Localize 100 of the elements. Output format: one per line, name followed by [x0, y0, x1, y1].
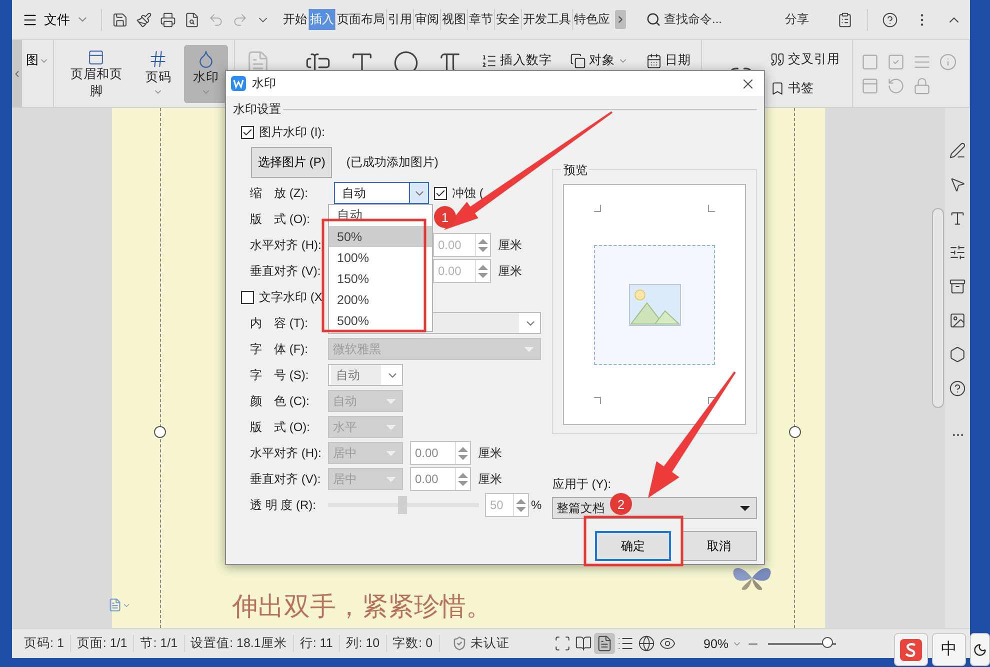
globe-icon	[638, 635, 655, 652]
combo-field[interactable]: 自动	[328, 364, 403, 386]
image-icon[interactable]	[949, 312, 966, 329]
resize-handle[interactable]	[154, 426, 166, 438]
field-label: 垂直对齐 (V):	[250, 262, 322, 280]
field-label: 垂直对齐 (V):	[250, 470, 322, 488]
ribbon-button[interactable]: 水印	[184, 44, 228, 102]
field-label: 字 号 (S):	[250, 366, 310, 384]
field-label: 字 体 (F):	[250, 340, 309, 358]
checkbox[interactable]	[241, 290, 254, 304]
picture-watermark-checkbox-label[interactable]: 图片水印 (I):	[241, 124, 325, 140]
apply-to-label: 应用于 (Y):	[552, 476, 612, 493]
field-label: 缩 放 (Z):	[250, 184, 309, 202]
dropdown-option[interactable]: 50%	[329, 226, 432, 247]
spin-field[interactable]: 0.00	[410, 441, 471, 465]
ribbon-button[interactable]: 交叉引用	[768, 48, 842, 70]
help-icon[interactable]	[949, 380, 966, 397]
menu-tab[interactable]: 开发工具	[522, 9, 573, 30]
dropdown-arrow-icon	[386, 476, 396, 482]
eye-icon	[658, 635, 676, 652]
status-text: 设置值: 18.1厘米	[184, 635, 294, 652]
format-painter-icon[interactable]	[136, 12, 152, 28]
ribbon-button[interactable]: 页码	[136, 44, 180, 102]
print-icon[interactable]	[160, 12, 176, 28]
dropdown-arrow-icon	[386, 398, 396, 404]
dropdown-arrow-icon	[386, 450, 396, 456]
ribbon-button[interactable]: 书签	[768, 78, 842, 98]
spin-field[interactable]: 0.00	[410, 467, 471, 491]
field-label: 内 容 (T):	[250, 314, 309, 332]
share-button[interactable]: 分享	[779, 10, 815, 29]
status-text: 页面: 1/1	[70, 635, 134, 652]
fullscreen-icon	[554, 635, 571, 652]
quote-icon	[770, 52, 785, 66]
ribbon-button[interactable]: 日期	[644, 50, 693, 71]
unit-label: 厘米	[478, 444, 502, 462]
spin-arrows-icon	[455, 468, 470, 490]
save-icon[interactable]	[112, 12, 128, 28]
pen-icon[interactable]	[949, 142, 966, 159]
checkbox[interactable]	[434, 186, 447, 200]
s-logo-icon	[900, 638, 922, 660]
hexagon-icon[interactable]	[949, 346, 966, 363]
ok-button[interactable]: 确定	[595, 531, 671, 561]
status-text: 列: 10	[340, 635, 387, 652]
resize-handle[interactable]	[789, 426, 801, 438]
command-search[interactable]: 查找命令...	[640, 10, 728, 29]
scale-combo[interactable]: 自动	[334, 182, 429, 204]
pointer-icon[interactable]	[949, 176, 966, 193]
spin-arrows-icon	[513, 494, 528, 516]
dropdown-arrow-icon	[386, 424, 396, 430]
ime-mode-button[interactable]: 中	[932, 633, 966, 666]
slider-thumb[interactable]	[398, 496, 408, 514]
app-logo-icon	[231, 76, 246, 91]
menu-tab[interactable]: 特色应	[573, 9, 611, 30]
checkbox-icon[interactable]	[887, 52, 905, 70]
more-tabs-button[interactable]	[615, 10, 626, 29]
archive-icon[interactable]	[949, 278, 966, 295]
sliders-icon[interactable]	[949, 244, 966, 261]
numbered-list-icon	[481, 52, 497, 68]
zoom-thumb[interactable]	[822, 637, 833, 648]
menu-tab[interactable]: 页面布局	[336, 9, 387, 30]
status-text: 行: 11	[294, 635, 340, 652]
object-icon	[570, 52, 586, 68]
zoom-level[interactable]: 90%	[702, 634, 744, 652]
ribbon-button[interactable]: 对象	[568, 50, 630, 71]
form-field-icon[interactable]	[861, 52, 879, 70]
night-mode-button[interactable]	[970, 633, 990, 666]
menu-tab[interactable]: 视图	[441, 9, 468, 30]
checkbox[interactable]	[241, 126, 254, 138]
cancel-button[interactable]: 取消	[681, 531, 757, 561]
field-label: 水平对齐 (H):	[250, 236, 322, 254]
menu-tab[interactable]: 安全	[495, 9, 522, 30]
ime-logo-button[interactable]	[894, 633, 928, 666]
ribbon-button[interactable]: 插入数字	[479, 50, 554, 71]
choose-picture-button[interactable]: 选择图片 (P)	[251, 147, 332, 178]
scroll-thumb[interactable]	[932, 208, 944, 408]
print-preview-icon[interactable]	[184, 12, 200, 28]
field-label: 水平对齐 (H):	[250, 444, 322, 462]
page-view-button[interactable]	[594, 633, 615, 654]
file-menu[interactable]: 文件	[18, 8, 93, 30]
field-label: 版 式 (O):	[250, 418, 311, 436]
preview-label: 预览	[561, 162, 590, 179]
spin-arrows-icon	[475, 234, 490, 256]
field-label: 透 明 度 (R):	[250, 496, 317, 514]
dialog-title: 水印	[252, 75, 277, 92]
book-icon	[574, 635, 592, 652]
text-watermark-checkbox-label[interactable]: 文字水印 (X	[241, 288, 322, 306]
menu-tab[interactable]: 引用	[387, 9, 414, 30]
clipboard-icon[interactable]	[837, 12, 853, 28]
shield-icon	[452, 636, 467, 651]
ribbon-button[interactable]: 图	[26, 52, 49, 69]
ribbon-button[interactable]: 页眉和页脚	[60, 44, 133, 102]
menu-tab[interactable]: 章节	[468, 9, 495, 30]
menu-tab[interactable]: 审阅	[414, 9, 441, 30]
document-text: 伸出双手，紧紧珍惜。	[232, 591, 493, 623]
status-text: 节: 1/1	[134, 635, 185, 652]
status-text: 字数: 0	[386, 635, 440, 652]
certification-button[interactable]: 未认证	[446, 634, 516, 653]
search-icon	[646, 12, 661, 27]
help-icon[interactable]	[882, 12, 898, 28]
section-title: 水印设置	[233, 100, 281, 118]
